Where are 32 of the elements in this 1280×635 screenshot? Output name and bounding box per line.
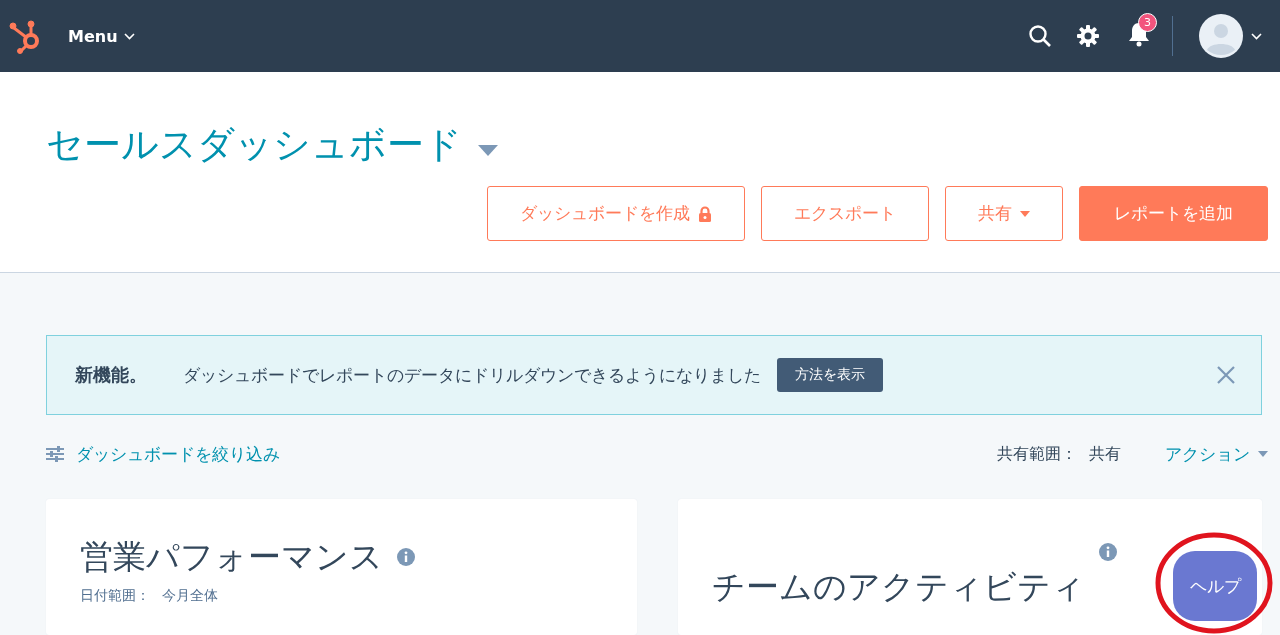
date-range-value: 今月全体 <box>162 587 218 605</box>
search-icon[interactable] <box>1028 24 1052 48</box>
add-report-button[interactable]: レポートを追加 <box>1079 186 1268 241</box>
create-dashboard-button[interactable]: ダッシュボードを作成 <box>487 186 745 241</box>
dashboard-title[interactable]: セールスダッシュボード <box>46 120 462 170</box>
avatar-icon[interactable] <box>1199 14 1243 58</box>
chevron-down-icon <box>1251 32 1262 40</box>
show-how-button[interactable]: 方法を表示 <box>777 358 883 392</box>
card-title: 営業パフォーマンス <box>80 536 383 578</box>
banner-heading: 新機能。 <box>75 363 147 387</box>
sprocket-logo-icon[interactable] <box>8 18 42 54</box>
sharing-label: 共有範囲： <box>997 443 1077 465</box>
card-title: チームのアクティビティ <box>712 566 1085 608</box>
help-button[interactable]: ヘルプ <box>1173 551 1257 621</box>
export-button[interactable]: エクスポート <box>761 186 929 241</box>
info-icon <box>397 548 415 566</box>
filter-sliders-icon <box>46 446 64 462</box>
banner-message: ダッシュボードでレポートのデータにドリルダウンできるようになりました <box>183 363 761 387</box>
filter-dashboard-link[interactable]: ダッシュボードを絞り込み <box>76 442 280 466</box>
date-range-label: 日付範囲： <box>80 587 150 605</box>
actions-menu[interactable]: アクション <box>1165 442 1268 466</box>
close-icon[interactable] <box>1217 366 1235 384</box>
notification-badge: 3 <box>1138 13 1157 32</box>
caret-icon[interactable] <box>478 144 498 156</box>
caret-icon <box>1258 451 1268 457</box>
caret-icon <box>1020 210 1030 217</box>
lock-icon <box>698 205 712 222</box>
share-button[interactable]: 共有 <box>945 186 1063 241</box>
info-icon <box>1099 543 1117 561</box>
chevron-down-icon <box>123 32 135 40</box>
menu-button[interactable]: Menu <box>68 26 135 46</box>
sharing-value: 共有 <box>1089 443 1121 465</box>
